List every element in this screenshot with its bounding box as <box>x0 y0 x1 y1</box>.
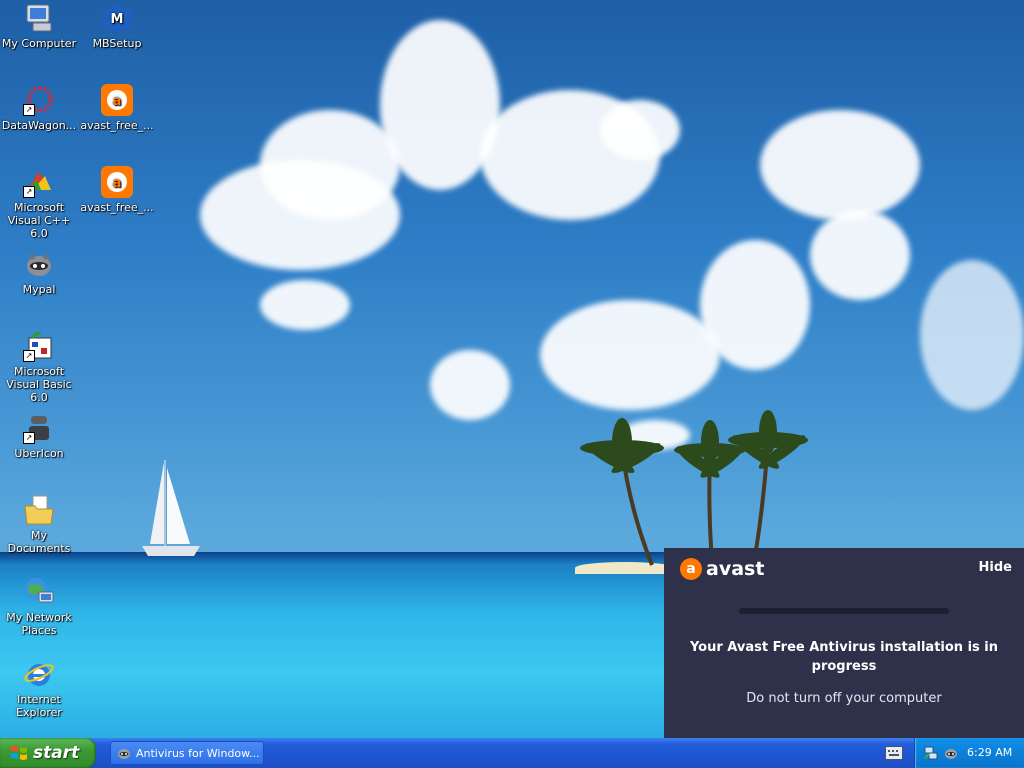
desktop-icon-my-documents[interactable]: My Documents <box>0 494 78 555</box>
visual-basic-icon: ↗ <box>23 330 55 362</box>
avast-logo: a avast <box>680 558 764 580</box>
icon-label: MBSetup <box>92 37 142 50</box>
avast-install-popup: a avast Hide Your Avast Free Antivirus i… <box>664 548 1024 738</box>
network-status-icon[interactable] <box>923 745 939 761</box>
desktop-icon-network-places[interactable]: My Network Places <box>0 576 78 637</box>
windows-flag-icon <box>11 746 27 760</box>
desktop-icon-ubericon[interactable]: ↗ UberIcon <box>0 412 78 460</box>
icon-label: Microsoft Visual C++ 6.0 <box>7 201 71 240</box>
avast-logo-mark: a <box>680 558 702 580</box>
keyboard-icon[interactable] <box>885 746 903 760</box>
my-computer-icon <box>23 2 55 34</box>
desktop-icon-internet-explorer[interactable]: Internet Explorer <box>0 658 78 719</box>
internet-explorer-icon <box>23 658 55 690</box>
svg-text:a: a <box>113 176 122 191</box>
ubericon-icon: ↗ <box>23 412 55 444</box>
hide-button[interactable]: Hide <box>979 560 1012 575</box>
icon-label: Microsoft Visual Basic 6.0 <box>6 365 72 404</box>
install-progress-bar <box>739 608 949 614</box>
shortcut-arrow-icon: ↗ <box>23 104 35 116</box>
network-places-icon <box>23 576 55 608</box>
desktop-icon-avast-free-1[interactable]: a avast_free_... <box>78 84 156 132</box>
raccoon-tray-icon[interactable] <box>943 745 959 761</box>
raccoon-app-icon <box>118 749 130 759</box>
desktop-icon-visual-cpp[interactable]: ↗ Microsoft Visual C++ 6.0 <box>0 166 78 240</box>
desktop: My Computer M MBSetup ↗ DataWagon... a a… <box>0 0 1024 738</box>
taskbar-window-button[interactable]: Antivirus for Window... <box>110 741 264 765</box>
datawagon-icon: ↗ <box>23 84 55 116</box>
desktop-icon-my-computer[interactable]: My Computer <box>0 2 78 50</box>
mypal-icon <box>23 248 55 280</box>
sailboat-image <box>142 460 200 556</box>
icon-label: avast_free_... <box>80 119 154 132</box>
avast-installer-icon: a <box>101 84 133 116</box>
my-documents-icon <box>23 494 55 526</box>
system-tray: 6:29 AM <box>914 738 1024 768</box>
icon-label: avast_free_... <box>80 201 154 214</box>
avast-logo-text: avast <box>706 558 765 580</box>
visual-cpp-icon: ↗ <box>23 166 55 198</box>
desktop-icon-mypal[interactable]: Mypal <box>0 248 78 296</box>
icon-label: UberIcon <box>14 447 64 460</box>
svg-text:a: a <box>113 94 122 109</box>
icon-label: My Network Places <box>6 611 72 637</box>
svg-text:M: M <box>111 12 124 27</box>
icon-label: Internet Explorer <box>16 693 62 719</box>
shortcut-arrow-icon: ↗ <box>23 186 35 198</box>
avast-installer-icon: a <box>101 166 133 198</box>
start-button[interactable]: start <box>0 738 96 768</box>
taskbar: start Antivirus for Window... 6:29 AM <box>0 738 1024 768</box>
desktop-icon-mbsetup[interactable]: M MBSetup <box>78 2 156 50</box>
icon-label: My Documents <box>7 529 71 555</box>
mbsetup-icon: M <box>101 2 133 34</box>
icon-label: My Computer <box>1 37 77 50</box>
desktop-icon-visual-basic[interactable]: ↗ Microsoft Visual Basic 6.0 <box>0 330 78 404</box>
icon-label: DataWagon... <box>1 119 77 132</box>
desktop-icon-avast-free-2[interactable]: a avast_free_... <box>78 166 156 214</box>
shortcut-arrow-icon: ↗ <box>23 350 35 362</box>
install-warning-message: Do not turn off your computer <box>746 691 942 706</box>
clock[interactable]: 6:29 AM <box>967 746 1012 759</box>
icon-label: Mypal <box>22 283 56 296</box>
install-status-message: Your Avast Free Antivirus installation i… <box>689 640 999 674</box>
shortcut-arrow-icon: ↗ <box>23 432 35 444</box>
taskbar-window-label: Antivirus for Window... <box>136 746 260 760</box>
start-label: start <box>33 743 80 763</box>
desktop-icon-datawagon[interactable]: ↗ DataWagon... <box>0 84 78 132</box>
